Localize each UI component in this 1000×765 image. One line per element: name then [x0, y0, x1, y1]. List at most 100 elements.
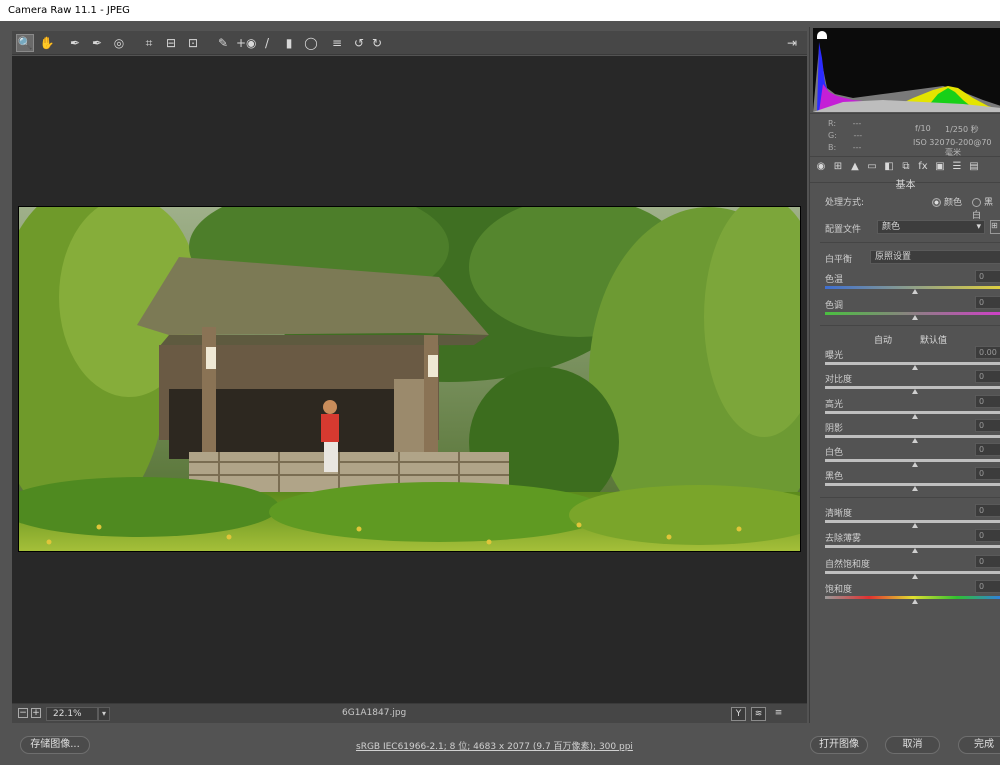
tab-detail-icon[interactable]: ▲ [848, 160, 862, 174]
radial-filter-icon[interactable]: ◯ [302, 34, 320, 52]
slider-thumb[interactable] [912, 438, 918, 443]
shutter-value: 1/250 秒 [945, 125, 979, 134]
default-button[interactable]: 默认值 [920, 333, 947, 346]
whites-label: 白色 [825, 448, 844, 458]
dehaze-label: 去除薄雾 [825, 534, 862, 544]
preferences-icon[interactable]: ≡ [328, 34, 346, 52]
rotate-left-icon[interactable]: ↺ [350, 34, 368, 52]
file-name: 6G1A1847.jpg [342, 708, 407, 718]
crop-tool-icon[interactable]: ⌗ [140, 34, 158, 52]
transform-tool-icon[interactable]: ⊡ [184, 34, 202, 52]
shadows-label: 阴影 [825, 424, 844, 434]
texture-value[interactable]: 0 [975, 504, 1000, 517]
blacks-value[interactable]: 0 [975, 467, 1000, 480]
tab-calibration-icon[interactable]: ▣ [933, 160, 947, 174]
vibrance-value[interactable]: 0 [975, 555, 1000, 568]
red-readout: R: --- [828, 119, 862, 128]
photo-preview[interactable] [18, 206, 801, 552]
slider-thumb[interactable] [912, 289, 918, 294]
red-eye-removal-tool-icon[interactable]: +◉ [236, 34, 257, 52]
highlights-value[interactable]: 0 [975, 395, 1000, 408]
zoom-dropdown-button[interactable]: ▾ [98, 707, 110, 721]
treatment-color-radio[interactable]: 颜色 [932, 195, 962, 208]
temperature-label: 色温 [825, 275, 844, 285]
auto-button[interactable]: 自动 [874, 333, 892, 346]
slider-thumb[interactable] [912, 486, 918, 491]
swap-settings-button[interactable]: ≋ [751, 707, 766, 721]
before-after-view-button[interactable]: Y [731, 707, 746, 721]
cancel-button[interactable]: 取消 [885, 736, 940, 754]
slider-thumb[interactable] [912, 548, 918, 553]
zoom-level-field[interactable]: 22.1% [46, 707, 98, 721]
profile-select[interactable]: 颜色 ▾ [877, 220, 985, 234]
targeted-adjustment-tool-icon[interactable]: ◎ [110, 34, 128, 52]
tab-presets-icon[interactable]: ☰ [950, 160, 964, 174]
tab-lens-corrections-icon[interactable]: ⧉ [899, 160, 913, 174]
blue-readout: B: --- [828, 143, 862, 152]
straighten-tool-icon[interactable]: ⊟ [162, 34, 180, 52]
temperature-value[interactable]: 0 [975, 270, 1000, 283]
image-preview-area[interactable] [12, 56, 807, 703]
dehaze-value[interactable]: 0 [975, 529, 1000, 542]
toggle-settings-icon[interactable]: ≡ [771, 707, 786, 721]
white-balance-tool-icon[interactable]: ✒ [66, 34, 84, 52]
slider-thumb[interactable] [912, 389, 918, 394]
tab-snapshots-icon[interactable]: ▤ [967, 160, 981, 174]
color-sampler-tool-icon[interactable]: ✒ [88, 34, 106, 52]
zoom-tool-icon[interactable]: 🔍 [16, 34, 34, 52]
radio-icon [932, 198, 941, 207]
profile-browser-icon[interactable]: ⊞ [990, 220, 1000, 234]
spot-removal-tool-icon[interactable]: ✎ [214, 34, 232, 52]
slider-thumb[interactable] [912, 523, 918, 528]
treatment-bw-radio[interactable]: 黑白 [972, 195, 1000, 221]
exposure-value[interactable]: 0.00 [975, 346, 1000, 359]
white-balance-select[interactable]: 原照设置 [870, 250, 1000, 264]
tab-hsl-icon[interactable]: ▭ [865, 160, 879, 174]
tab-tone-curve-icon[interactable]: ⊞ [831, 160, 845, 174]
adjustments-panel: R: --- G: --- B: --- f/10 1/250 秒 ISO 32… [809, 27, 1000, 723]
slider-thumb[interactable] [912, 414, 918, 419]
saturation-value[interactable]: 0 [975, 580, 1000, 593]
green-readout: G: --- [828, 131, 863, 140]
texture-label: 清晰度 [825, 509, 853, 519]
zoom-in-button[interactable]: + [31, 708, 41, 718]
profile-label: 配置文件 [825, 225, 862, 235]
panel-tabs: ◉ ⊞ ▲ ▭ ◧ ⧉ fx ▣ ☰ ▤ [810, 156, 1000, 176]
slider-thumb[interactable] [912, 315, 918, 320]
toolbar: 🔍 ✋ ✒ ✒ ◎ ⌗ ⊟ ⊡ ✎ +◉ / ▮ ◯ ≡ ↺ ↻ ⇥ [12, 31, 807, 55]
graduated-filter-icon[interactable]: ▮ [280, 34, 298, 52]
whites-value[interactable]: 0 [975, 443, 1000, 456]
slider-thumb[interactable] [912, 599, 918, 604]
treatment-label: 处理方式: [825, 198, 865, 208]
tab-basic-icon[interactable]: ◉ [814, 160, 828, 174]
tab-effects-icon[interactable]: fx [916, 160, 930, 174]
open-image-button[interactable]: 打开图像 [810, 736, 868, 754]
lens-value: 70-200@70 毫米 [945, 138, 992, 157]
workflow-options-link[interactable]: sRGB IEC61966-2.1; 8 位; 4683 x 2077 (9.7… [356, 739, 633, 752]
tint-label: 色调 [825, 301, 844, 311]
save-image-button[interactable]: 存储图像... [20, 736, 90, 754]
radio-icon [972, 198, 981, 207]
bottom-bar: 存储图像... sRGB IEC61966-2.1; 8 位; 4683 x 2… [0, 725, 1000, 765]
histogram [813, 28, 1000, 112]
hand-tool-icon[interactable]: ✋ [38, 34, 56, 52]
export-fullscreen-icon[interactable]: ⇥ [783, 34, 801, 52]
slider-thumb[interactable] [912, 574, 918, 579]
tab-split-toning-icon[interactable]: ◧ [882, 160, 896, 174]
panel-title: 基本 [895, 180, 916, 191]
slider-thumb[interactable] [912, 365, 918, 370]
rotate-right-icon[interactable]: ↻ [368, 34, 386, 52]
histogram-graph [813, 42, 1000, 112]
shadow-clipping-warning-icon[interactable] [817, 31, 827, 39]
shadows-value[interactable]: 0 [975, 419, 1000, 432]
contrast-value[interactable]: 0 [975, 370, 1000, 383]
slider-thumb[interactable] [912, 462, 918, 467]
saturation-label: 饱和度 [825, 585, 853, 595]
window-title: Camera Raw 11.1 - JPEG [0, 0, 1000, 21]
tint-value[interactable]: 0 [975, 296, 1000, 309]
done-button[interactable]: 完成 [958, 736, 1000, 754]
camera-raw-window: Camera Raw 11.1 - JPEG 🔍 ✋ ✒ ✒ ◎ ⌗ ⊟ ⊡ ✎… [0, 0, 1000, 765]
zoom-out-button[interactable]: − [18, 708, 28, 718]
exposure-label: 曝光 [825, 351, 844, 361]
adjustment-brush-icon[interactable]: / [258, 34, 276, 52]
